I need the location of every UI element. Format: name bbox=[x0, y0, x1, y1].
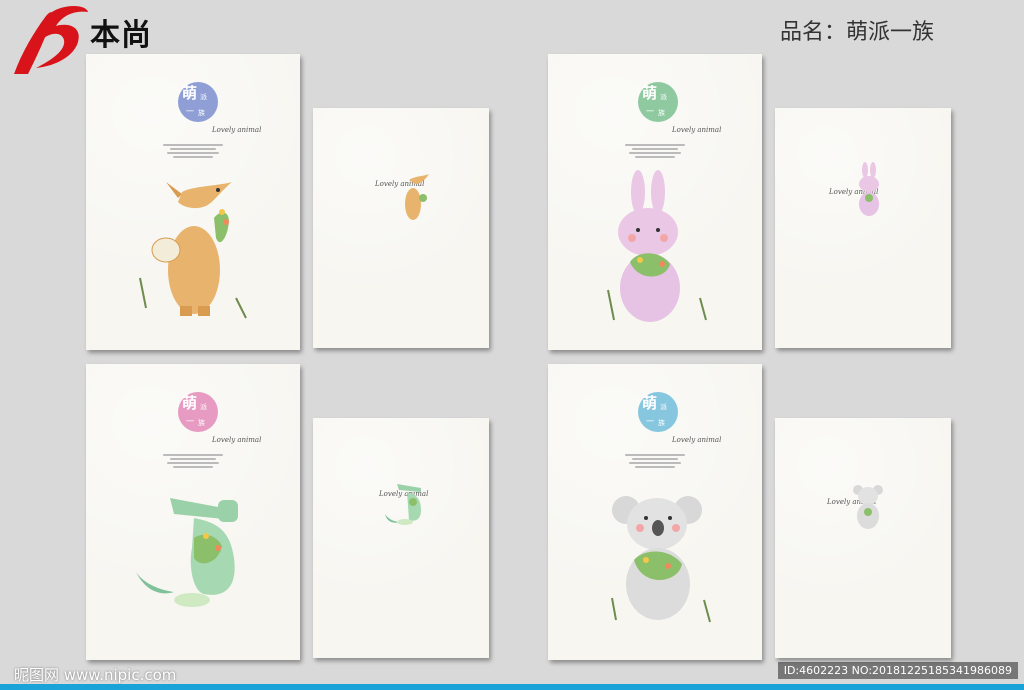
caption-lines bbox=[158, 142, 228, 160]
cover-rabbit-large: 萌 派 一 族 Lovely animal bbox=[548, 54, 762, 350]
koala-small-illustration bbox=[853, 485, 883, 529]
signature-text: Lovely animal bbox=[212, 126, 262, 134]
watermark-left: 昵图网 www.nipic.com bbox=[14, 666, 177, 684]
watermark-right: ID:4602223 NO:20181225185341986089 bbox=[777, 662, 1018, 679]
cover-koala-small: Lovely animal bbox=[775, 418, 951, 658]
cover-fox-large: 萌 派 一 族 Lovely animal bbox=[86, 54, 300, 350]
caption-lines bbox=[620, 452, 690, 470]
crocodile-small-illustration bbox=[385, 484, 421, 525]
fox-small-illustration bbox=[405, 174, 429, 220]
fox-illustration bbox=[139, 182, 247, 319]
crocodile-illustration bbox=[136, 498, 238, 607]
bottom-bar bbox=[0, 684, 1024, 690]
koala-illustration bbox=[611, 496, 711, 623]
signature-text: Lovely animal bbox=[672, 126, 722, 134]
caption-lines bbox=[620, 142, 690, 160]
cover-koala-large: 萌 派 一 族 Lovely animal bbox=[548, 364, 762, 660]
brand-badge: 萌 派 一 族 bbox=[178, 392, 218, 432]
brand-badge: 萌 派 一 族 bbox=[638, 82, 678, 122]
rabbit-illustration bbox=[607, 170, 707, 322]
cover-fox-small: Lovely animal bbox=[313, 108, 489, 348]
cover-crocodile-large: 萌 派 一 族 Lovely animal bbox=[86, 364, 300, 660]
signature-text: Lovely animal bbox=[672, 436, 722, 444]
product-label: 品名：萌派一族 bbox=[780, 20, 935, 45]
cover-rabbit-small: Lovely animal bbox=[775, 108, 951, 348]
brand-name: 本尚 bbox=[90, 18, 152, 53]
rabbit-small-illustration bbox=[859, 162, 879, 216]
caption-lines bbox=[158, 452, 228, 470]
brand-badge: 萌 派 一 族 bbox=[178, 82, 218, 122]
signature-text: Lovely animal bbox=[212, 436, 262, 444]
brand-badge: 萌 派 一 族 bbox=[638, 392, 678, 432]
cover-crocodile-small: Lovely animal bbox=[313, 418, 489, 658]
